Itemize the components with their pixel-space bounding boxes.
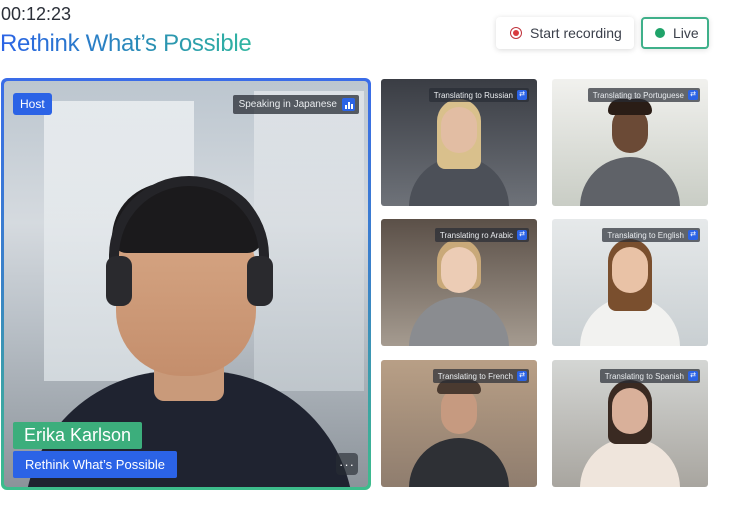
page-title: Rethink What’s Possible: [0, 30, 252, 57]
participant-tile[interactable]: Translating to Russian ⇄: [381, 79, 537, 206]
headphones-left-earcup: [106, 256, 132, 306]
translation-status-label: Translating ro Arabic: [439, 230, 513, 240]
headphones-right-earcup: [247, 256, 273, 306]
participant-face: [612, 247, 648, 293]
more-options-button[interactable]: ···: [336, 453, 358, 475]
translation-status: Translating to French ⇄: [432, 369, 529, 383]
translation-status: Translating to English ⇄: [602, 228, 700, 242]
translation-status-label: Translating to Portuguese: [592, 90, 684, 100]
speaking-status: Speaking in Japanese: [232, 95, 359, 114]
translate-icon: ⇄: [688, 90, 698, 100]
participant-face: [441, 388, 477, 434]
record-icon: [510, 27, 522, 39]
speaking-status-label: Speaking in Japanese: [238, 99, 337, 110]
translate-icon: ⇄: [688, 230, 698, 240]
translation-status-label: Translating to French: [437, 371, 513, 381]
participant-tile[interactable]: Translating ro Arabic ⇄: [381, 219, 537, 346]
live-button[interactable]: Live: [641, 17, 709, 49]
host-video: Host Speaking in Japanese Erika Karlson …: [4, 81, 368, 487]
start-recording-label: Start recording: [530, 25, 622, 41]
translation-status: Translating to Spanish ⇄: [599, 369, 700, 383]
participant-tile[interactable]: Translating to French ⇄: [381, 360, 537, 487]
live-indicator-icon: [655, 28, 665, 38]
translate-icon: ⇄: [517, 230, 527, 240]
start-recording-button[interactable]: Start recording: [496, 17, 634, 49]
host-badge: Host: [13, 93, 52, 115]
translation-status: Translating to Portuguese ⇄: [587, 88, 700, 102]
participant-face: [441, 107, 477, 153]
host-caption: Rethink What’s Possible: [13, 451, 177, 478]
participant-face: [441, 247, 477, 293]
participant-tile[interactable]: Translating to English ⇄: [552, 219, 708, 346]
translation-status: Translating to Russian ⇄: [428, 88, 529, 102]
audio-level-icon: [342, 98, 355, 111]
translation-status: Translating ro Arabic ⇄: [434, 228, 529, 242]
call-timer: 00:12:23: [1, 4, 72, 24]
participant-tile[interactable]: Translating to Spanish ⇄: [552, 360, 708, 487]
host-video-tile[interactable]: Host Speaking in Japanese Erika Karlson …: [1, 78, 371, 490]
live-label: Live: [673, 25, 699, 41]
background-window: [254, 91, 364, 391]
translate-icon: ⇄: [688, 371, 698, 381]
translation-status-label: Translating to Russian: [433, 90, 513, 100]
translation-status-label: Translating to Spanish: [604, 371, 684, 381]
translation-status-label: Translating to English: [607, 230, 684, 240]
more-horizontal-icon: ···: [339, 456, 355, 472]
translate-icon: ⇄: [517, 371, 527, 381]
host-name-tag: Erika Karlson: [13, 422, 143, 449]
participant-face: [612, 388, 648, 434]
translate-icon: ⇄: [517, 90, 527, 100]
participant-tile[interactable]: Translating to Portuguese ⇄: [552, 79, 708, 206]
